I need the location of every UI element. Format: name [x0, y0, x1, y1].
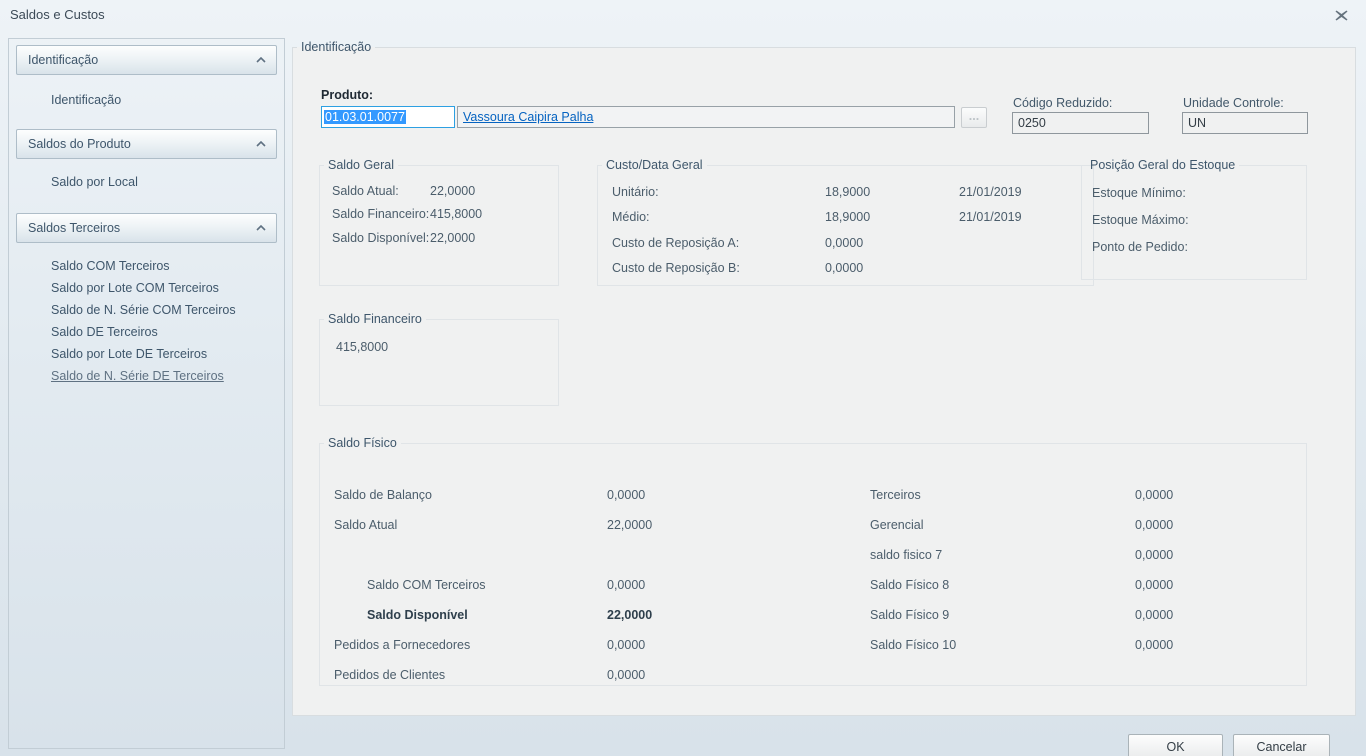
sidebar-terceiros-list: Saldo COM Terceiros Saldo por Lote COM T… [9, 255, 284, 387]
produto-description-field[interactable]: Vassoura Caipira Palha [457, 106, 955, 128]
sidebar-group-label: Identificação [28, 53, 98, 67]
table-row: Pedidos de Clientes 0,0000 [334, 660, 854, 690]
sidebar: Identificação Identificação Saldos do Pr… [8, 38, 285, 749]
table-row: Saldo Financeiro: 415,8000 [332, 203, 558, 227]
sidebar-item-saldo-com-terceiros[interactable]: Saldo COM Terceiros [16, 255, 277, 277]
saldo-fisico-right-column: Terceiros 0,0000 Gerencial 0,0000 saldo … [870, 480, 1290, 660]
posicao-geral-rows: Estoque Mínimo: Estoque Máximo: Ponto de… [1082, 172, 1306, 260]
chevron-up-icon [256, 225, 266, 231]
close-icon[interactable] [1332, 7, 1350, 23]
identificacao-groupbox: Identificação Produto: 01.03.01.0077 Vas… [292, 40, 1356, 716]
sidebar-item-saldo-por-local[interactable]: Saldo por Local [16, 171, 277, 193]
custo-data-geral-groupbox: Custo/Data Geral Unitário: 18,9000 21/01… [597, 158, 1094, 286]
table-row: Saldo Disponível: 22,0000 [332, 226, 558, 250]
produto-label: Produto: [321, 88, 373, 102]
sidebar-group-header-identificacao[interactable]: Identificação [16, 45, 277, 75]
chevron-up-icon [256, 57, 266, 63]
posicao-geral-estoque-groupbox: Posição Geral do Estoque Estoque Mínimo:… [1081, 158, 1307, 280]
table-row: Ponto de Pedido: [1092, 233, 1306, 260]
saldo-financeiro-value: 415,8000 [336, 340, 388, 354]
groupbox-title: Saldo Geral [324, 158, 398, 172]
window-title: Saldos e Custos [10, 7, 105, 22]
table-row: Estoque Máximo: [1092, 206, 1306, 233]
sidebar-item-saldo-de-terceiros[interactable]: Saldo DE Terceiros [16, 321, 277, 343]
saldo-geral-groupbox: Saldo Geral Saldo Atual: 22,0000 Saldo F… [319, 158, 559, 286]
table-row: Saldo Físico 8 0,0000 [870, 570, 1290, 600]
produto-code-input[interactable]: 01.03.01.0077 [321, 106, 455, 128]
table-row: Saldo Atual 22,0000 [334, 510, 854, 540]
groupbox-title: Identificação [297, 40, 375, 54]
sidebar-group-label: Saldos do Produto [28, 137, 131, 151]
table-row: Gerencial 0,0000 [870, 510, 1290, 540]
table-row: Saldo COM Terceiros 0,0000 [334, 570, 854, 600]
ok-button[interactable]: OK [1128, 734, 1223, 756]
saldo-geral-rows: Saldo Atual: 22,0000 Saldo Financeiro: 4… [320, 172, 558, 250]
sidebar-group-header-saldos-do-produto[interactable]: Saldos do Produto [16, 129, 277, 159]
saldo-fisico-left-column: Saldo de Balanço 0,0000 Saldo Atual 22,0… [334, 480, 854, 690]
sidebar-item-saldo-por-lote-de-terceiros[interactable]: Saldo por Lote DE Terceiros [16, 343, 277, 365]
custo-data-geral-rows: Unitário: 18,9000 21/01/2019 Médio: 18,9… [598, 172, 1093, 281]
table-row: Saldo Atual: 22,0000 [332, 179, 558, 203]
table-row: Unitário: 18,9000 21/01/2019 [612, 179, 1093, 205]
groupbox-title: Posição Geral do Estoque [1086, 158, 1239, 172]
table-row: Custo de Reposição B: 0,0000 [612, 256, 1093, 282]
table-row: Saldo de Balanço 0,0000 [334, 480, 854, 510]
sidebar-item-saldo-n-serie-de-terceiros[interactable]: Saldo de N. Série DE Terceiros [16, 365, 277, 387]
codigo-reduzido-label: Código Reduzido: [1013, 96, 1112, 110]
produto-description-link[interactable]: Vassoura Caipira Palha [463, 110, 593, 124]
unidade-controle-input[interactable]: UN [1182, 112, 1308, 134]
dialog-saldos-e-custos: Saldos e Custos Identificação Identifica… [0, 0, 1366, 756]
sidebar-group-header-saldos-terceiros[interactable]: Saldos Terceiros [16, 213, 277, 243]
table-row: Estoque Mínimo: [1092, 179, 1306, 206]
sidebar-item-identificacao[interactable]: Identificação [16, 89, 277, 111]
saldo-fisico-groupbox: Saldo Físico Saldo de Balanço 0,0000 Sal… [319, 436, 1307, 686]
cancel-button[interactable]: Cancelar [1233, 734, 1330, 756]
table-row: Terceiros 0,0000 [870, 480, 1290, 510]
sidebar-item-saldo-por-lote-com-terceiros[interactable]: Saldo por Lote COM Terceiros [16, 277, 277, 299]
browse-ellipsis-button[interactable]: ... [961, 107, 987, 128]
table-row: Saldo Disponível 22,0000 [334, 600, 854, 630]
title-bar[interactable]: Saldos e Custos [0, 0, 1366, 30]
saldo-financeiro-groupbox: Saldo Financeiro 415,8000 [319, 312, 559, 406]
sidebar-item-saldo-n-serie-com-terceiros[interactable]: Saldo de N. Série COM Terceiros [16, 299, 277, 321]
codigo-reduzido-input[interactable]: 0250 [1012, 112, 1149, 134]
groupbox-title: Saldo Físico [324, 436, 401, 450]
groupbox-title: Saldo Financeiro [324, 312, 426, 326]
produto-code-value: 01.03.01.0077 [324, 110, 406, 124]
chevron-up-icon [256, 141, 266, 147]
groupbox-title: Custo/Data Geral [602, 158, 707, 172]
table-row: Custo de Reposição A: 0,0000 [612, 230, 1093, 256]
table-row: Saldo Físico 9 0,0000 [870, 600, 1290, 630]
table-row: Pedidos a Fornecedores 0,0000 [334, 630, 854, 660]
table-row: Saldo Físico 10 0,0000 [870, 630, 1290, 660]
table-row: saldo fisico 7 0,0000 [870, 540, 1290, 570]
table-row: Médio: 18,9000 21/01/2019 [612, 205, 1093, 231]
unidade-controle-label: Unidade Controle: [1183, 96, 1284, 110]
sidebar-group-label: Saldos Terceiros [28, 221, 120, 235]
